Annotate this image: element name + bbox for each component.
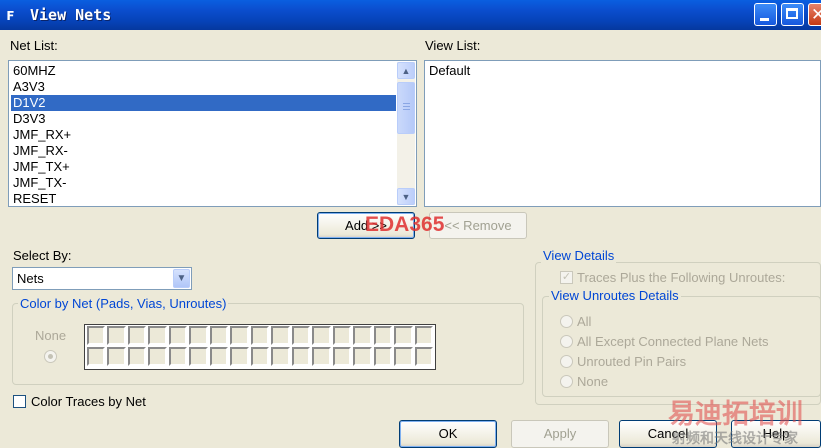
color-swatch-grid[interactable] (84, 324, 436, 370)
unroutes-none-label: None (577, 374, 609, 389)
select-by-value: Nets (17, 271, 44, 286)
color-swatch[interactable] (107, 347, 126, 366)
maximize-button[interactable] (781, 3, 804, 26)
apply-button[interactable]: Apply (511, 420, 609, 448)
select-by-label: Select By: (13, 248, 72, 263)
view-unroutes-title: View Unroutes Details (549, 288, 681, 303)
minimize-button[interactable] (754, 3, 777, 26)
net-list-item[interactable]: JMF_TX+ (11, 159, 396, 175)
unroutes-all-radio[interactable] (560, 315, 573, 328)
net-list-item[interactable]: 60MHZ (11, 63, 396, 79)
color-swatch[interactable] (189, 347, 208, 366)
net-list-items: 60MHZ A3V3 D1V2 D3V3 JMF_RX+ JMF_RX- JMF_TX+ JM… (11, 63, 396, 207)
color-swatch[interactable] (373, 326, 393, 345)
unroutes-except-plane-radio[interactable] (560, 335, 573, 348)
color-swatch[interactable] (414, 347, 433, 366)
color-swatch[interactable] (312, 326, 331, 345)
close-button[interactable]: ✕ (808, 3, 821, 26)
color-swatch[interactable] (271, 347, 290, 366)
view-list[interactable]: Default (424, 60, 821, 207)
net-list-item[interactable]: D1V2 (11, 95, 396, 111)
color-swatch[interactable] (291, 326, 311, 345)
color-swatch[interactable] (209, 326, 229, 345)
swatch-row (86, 347, 434, 368)
color-swatch[interactable] (127, 326, 147, 345)
color-swatch[interactable] (394, 326, 413, 345)
title-bar[interactable]: ꜰ View Nets ✕ (0, 0, 821, 30)
color-by-net-title: Color by Net (Pads, Vias, Unroutes) (18, 296, 229, 311)
color-swatch[interactable] (332, 326, 352, 345)
dropdown-arrow-icon[interactable]: ▼ (173, 269, 190, 288)
none-color-label: None (35, 328, 67, 343)
select-by-dropdown[interactable]: Nets ▼ (12, 267, 192, 290)
color-swatch[interactable] (414, 326, 433, 345)
cn-subtitle-watermark: 射频和天线设计专家 (672, 431, 798, 447)
net-list-scrollbar[interactable]: ▲ ▼ (397, 62, 415, 205)
cn-brand-watermark: 易迪拓培训 (668, 399, 803, 430)
color-swatch[interactable] (148, 347, 167, 366)
color-traces-checkbox[interactable] (13, 395, 26, 408)
color-swatch[interactable] (209, 347, 229, 366)
color-swatch[interactable] (250, 347, 270, 366)
color-traces-label: Color Traces by Net (31, 394, 146, 409)
unroutes-pin-pairs-radio[interactable] (560, 355, 573, 368)
window-title: View Nets (30, 6, 112, 24)
scroll-up-arrow-icon[interactable]: ▲ (397, 62, 415, 79)
color-swatch[interactable] (230, 326, 249, 345)
traces-plus-label: Traces Plus the Following Unroutes: (577, 270, 786, 285)
color-swatch[interactable] (271, 326, 290, 345)
color-swatch[interactable] (353, 326, 372, 345)
unroutes-pin-pairs-label: Unrouted Pin Pairs (577, 354, 687, 369)
color-swatch[interactable] (87, 326, 106, 345)
ok-button[interactable]: OK (399, 420, 497, 448)
unroutes-all-label: All (577, 314, 592, 329)
view-list-item[interactable]: Default (427, 63, 800, 79)
unroutes-none-radio[interactable] (560, 375, 573, 388)
color-swatch[interactable] (127, 347, 147, 366)
net-list-item[interactable]: JMF_RX- (11, 143, 396, 159)
net-list-label: Net List: (10, 38, 58, 53)
color-swatch[interactable] (87, 347, 106, 366)
color-swatch[interactable] (107, 326, 126, 345)
net-list-item[interactable]: D3V3 (11, 111, 396, 127)
traces-plus-checkbox[interactable]: ✓ (560, 271, 573, 284)
color-swatch[interactable] (353, 347, 372, 366)
scroll-thumb[interactable] (397, 82, 415, 134)
scroll-down-arrow-icon[interactable]: ▼ (397, 188, 415, 205)
color-swatch[interactable] (230, 347, 249, 366)
color-swatch[interactable] (373, 347, 393, 366)
net-list-item[interactable]: A3V3 (11, 79, 396, 95)
none-color-radio[interactable] (44, 350, 57, 363)
color-swatch[interactable] (291, 347, 311, 366)
eda365-watermark: EDA365 (365, 213, 445, 236)
color-swatch[interactable] (168, 347, 188, 366)
net-list-item[interactable]: JMF_RX+ (11, 127, 396, 143)
app-icon: ꜰ (6, 5, 15, 24)
close-icon: ✕ (811, 5, 821, 25)
view-list-items: Default (427, 63, 800, 79)
net-list-item[interactable]: JMF_TX- (11, 175, 396, 191)
unroutes-except-plane-label: All Except Connected Plane Nets (577, 334, 769, 349)
color-swatch[interactable] (168, 326, 188, 345)
maximize-icon (786, 8, 798, 19)
color-swatch[interactable] (332, 347, 352, 366)
color-swatch[interactable] (394, 347, 413, 366)
swatch-row (86, 326, 434, 347)
net-list[interactable]: 60MHZ A3V3 D1V2 D3V3 JMF_RX+ JMF_RX- JMF_TX+ JM… (8, 60, 417, 207)
color-swatch[interactable] (312, 347, 331, 366)
net-list-item[interactable]: RESET (11, 191, 396, 207)
color-swatch[interactable] (148, 326, 167, 345)
view-list-label: View List: (425, 38, 481, 53)
view-details-title: View Details (541, 248, 617, 263)
color-swatch[interactable] (250, 326, 270, 345)
minimize-icon (760, 18, 769, 21)
color-swatch[interactable] (189, 326, 208, 345)
